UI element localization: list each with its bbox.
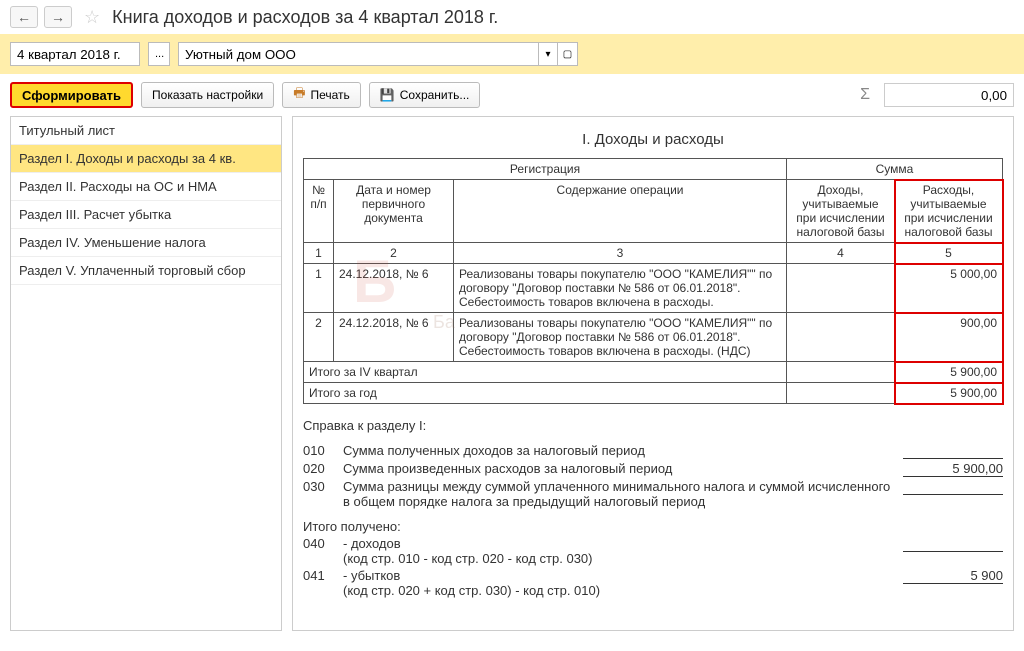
sidebar: Титульный листРаздел I. Доходы и расходы…	[10, 116, 282, 631]
sp-text: Сумма произведенных расходов за налоговы…	[343, 461, 903, 476]
spravka-title: Справка к разделу I:	[303, 418, 1003, 433]
back-button[interactable]: ←	[10, 6, 38, 28]
cell-num: 1	[304, 264, 334, 313]
total-expense: 5 900,00	[895, 383, 1003, 404]
col-number: 1	[304, 243, 334, 264]
show-settings-button[interactable]: Показать настройки	[141, 82, 274, 108]
organization-open-button[interactable]: ▢	[558, 42, 578, 66]
sp-code: 041	[303, 568, 343, 583]
forward-button[interactable]: →	[44, 6, 72, 28]
cell-income	[787, 313, 895, 362]
total-income	[787, 362, 895, 383]
print-button[interactable]: Печать	[282, 82, 361, 108]
sp-code: 010	[303, 443, 343, 458]
sidebar-item[interactable]: Раздел V. Уплаченный торговый сбор	[11, 257, 281, 285]
sp-text: - доходов(код стр. 010 - код стр. 020 - …	[343, 536, 903, 566]
col-number: 3	[454, 243, 787, 264]
sp-value	[903, 479, 1003, 495]
save-button[interactable]: Сохранить...	[369, 82, 481, 108]
th-num: № п/п	[304, 180, 334, 243]
generate-button[interactable]: Сформировать	[10, 82, 133, 108]
spravka-row: 041- убытков(код стр. 020 + код стр. 030…	[303, 568, 1003, 598]
cell-expense: 5 000,00	[895, 264, 1003, 313]
period-input[interactable]	[10, 42, 140, 66]
sidebar-item[interactable]: Раздел III. Расчет убытка	[11, 201, 281, 229]
sp-text: Сумма разницы между суммой уплаченного м…	[343, 479, 903, 509]
th-expense: Расходы, учитываемые при исчислении нало…	[895, 180, 1003, 243]
organization-input[interactable]	[178, 42, 538, 66]
col-number: 4	[787, 243, 895, 264]
period-picker-button[interactable]: ...	[148, 42, 170, 66]
total-income	[787, 383, 895, 404]
th-registration: Регистрация	[304, 159, 787, 180]
section-title: I. Доходы и расходы	[303, 131, 1003, 148]
sp-code: 030	[303, 479, 343, 494]
sp-code: 040	[303, 536, 343, 551]
th-income: Доходы, учитываемые при исчислении налог…	[787, 180, 895, 243]
sp-value	[903, 443, 1003, 459]
cell-op: Реализованы товары покупателю "ООО "КАМЕ…	[454, 313, 787, 362]
cell-expense: 900,00	[895, 313, 1003, 362]
total-label: Итого за IV квартал	[304, 362, 787, 383]
total-label: Итого за год	[304, 383, 787, 404]
spravka-row: 020Сумма произведенных расходов за налог…	[303, 461, 1003, 477]
total-expense: 5 900,00	[895, 362, 1003, 383]
cell-income	[787, 264, 895, 313]
th-op: Содержание операции	[454, 180, 787, 243]
th-sum: Сумма	[787, 159, 1003, 180]
sigma-icon: Σ	[860, 86, 870, 104]
cell-num: 2	[304, 313, 334, 362]
sidebar-item[interactable]: Титульный лист	[11, 117, 281, 145]
spravka-row: 030Сумма разницы между суммой уплаченног…	[303, 479, 1003, 509]
sp-value	[903, 536, 1003, 552]
print-icon	[293, 84, 305, 106]
th-date: Дата и номер первичного документа	[334, 180, 454, 243]
table-total-row: Итого за IV квартал 5 900,00	[304, 362, 1003, 383]
page-title: Книга доходов и расходов за 4 квартал 20…	[112, 7, 498, 28]
kudir-table: Регистрация Сумма № п/п Дата и номер пер…	[303, 158, 1003, 404]
sp-text: Сумма полученных доходов за налоговый пе…	[343, 443, 903, 458]
col-number: 5	[895, 243, 1003, 264]
cell-date: 24.12.2018, № 6	[334, 264, 454, 313]
sidebar-item[interactable]: Раздел IV. Уменьшение налога	[11, 229, 281, 257]
sp-code: 020	[303, 461, 343, 476]
col-number: 2	[334, 243, 454, 264]
favorite-star-icon[interactable]: ☆	[84, 7, 100, 28]
spravka-row: 010Сумма полученных доходов за налоговый…	[303, 443, 1003, 459]
spravka-row: 040- доходов(код стр. 010 - код стр. 020…	[303, 536, 1003, 566]
cell-op: Реализованы товары покупателю "ООО "КАМЕ…	[454, 264, 787, 313]
sum-field[interactable]	[884, 83, 1014, 107]
sidebar-item[interactable]: Раздел II. Расходы на ОС и НМА	[11, 173, 281, 201]
sp-text: - убытков(код стр. 020 + код стр. 030) -…	[343, 568, 903, 598]
save-icon	[380, 88, 395, 102]
sp-value: 5 900,00	[903, 461, 1003, 477]
table-total-row: Итого за год 5 900,00	[304, 383, 1003, 404]
report-content: Б Ба I. Доходы и расходы Регистрация Сум…	[292, 116, 1014, 631]
itogo-label: Итого получено:	[303, 519, 1003, 534]
table-row: 224.12.2018, № 6Реализованы товары покуп…	[304, 313, 1003, 362]
sp-value: 5 900	[903, 568, 1003, 584]
organization-dropdown-button[interactable]: ▾	[538, 42, 558, 66]
sidebar-item[interactable]: Раздел I. Доходы и расходы за 4 кв.	[11, 145, 281, 173]
cell-date: 24.12.2018, № 6	[334, 313, 454, 362]
table-row: 124.12.2018, № 6Реализованы товары покуп…	[304, 264, 1003, 313]
